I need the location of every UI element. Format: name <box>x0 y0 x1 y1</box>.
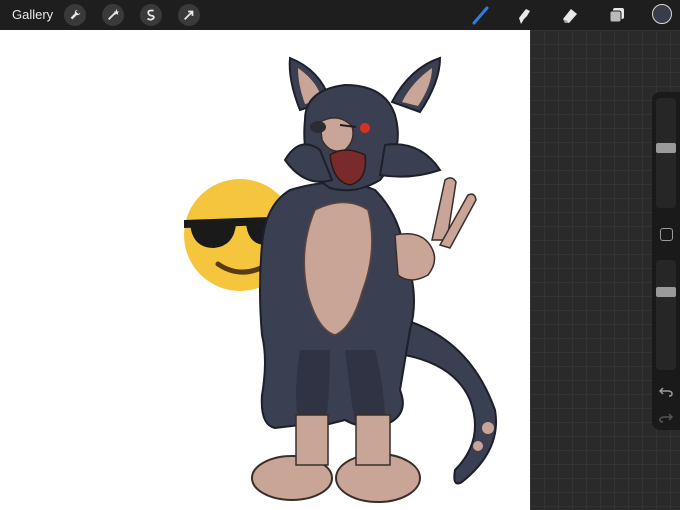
gallery-button[interactable]: Gallery <box>12 7 53 22</box>
brush-size-knob[interactable] <box>656 143 676 153</box>
undo-icon[interactable] <box>659 384 673 398</box>
brush-size-slider[interactable] <box>656 98 676 208</box>
character-body <box>259 181 415 430</box>
redo-icon[interactable] <box>659 410 673 424</box>
canvas-artwork <box>184 56 497 503</box>
wrench-icon[interactable] <box>64 4 86 26</box>
opacity-slider[interactable] <box>656 260 676 370</box>
layers-icon[interactable] <box>606 4 628 26</box>
smudge-icon[interactable] <box>513 4 535 26</box>
character-tail <box>404 318 497 485</box>
color-picker-swatch[interactable] <box>652 4 672 24</box>
brush-icon[interactable] <box>470 4 492 26</box>
drawing-canvas[interactable] <box>0 30 530 510</box>
character-head <box>283 56 442 192</box>
opacity-knob[interactable] <box>656 287 676 297</box>
magic-wand-icon[interactable] <box>102 4 124 26</box>
character-hand-peace-sign <box>394 177 477 281</box>
eraser-icon[interactable] <box>559 4 581 26</box>
top-toolbar: Gallery <box>0 0 680 30</box>
square-icon[interactable] <box>660 228 673 241</box>
arrow-cursor-icon[interactable] <box>178 4 200 26</box>
side-toolbar <box>652 92 680 430</box>
selection-s-icon[interactable] <box>140 4 162 26</box>
